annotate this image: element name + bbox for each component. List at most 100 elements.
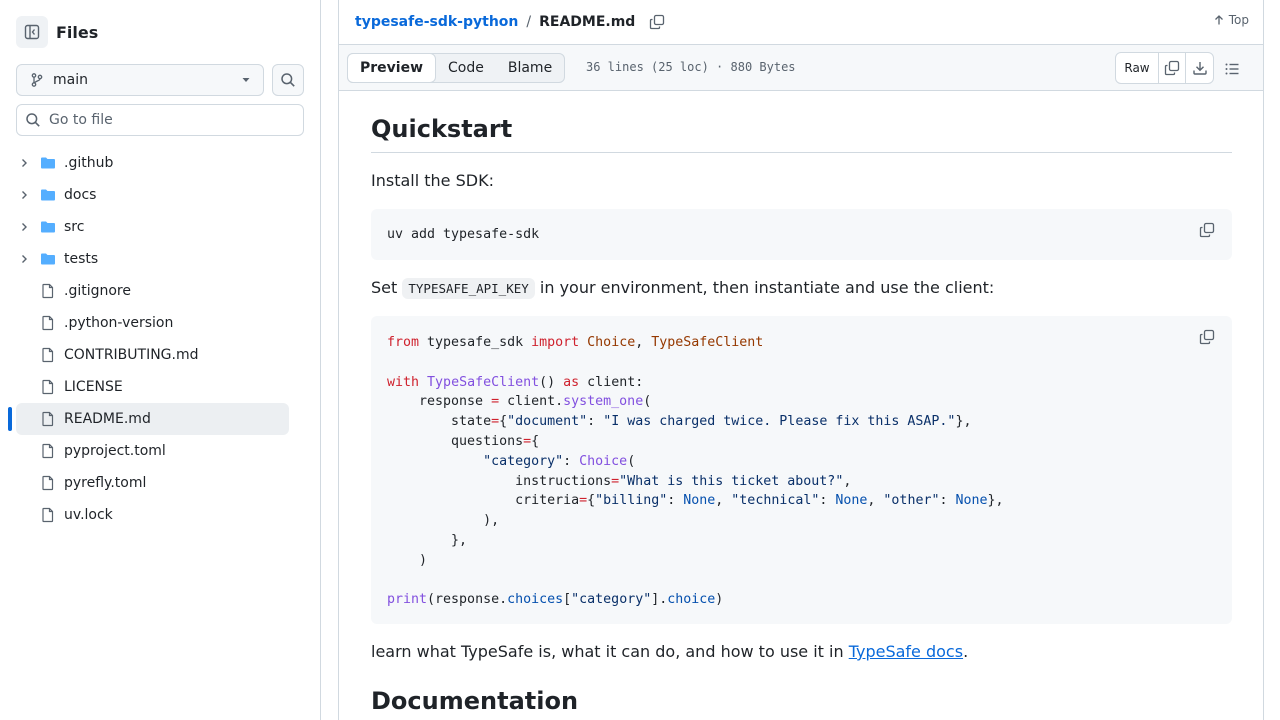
tree-item-label: .gitignore (64, 283, 131, 299)
tree-item-gitignore[interactable]: .gitignore (0, 275, 320, 307)
file-tree-sidebar: Files main .github docs src tests .gitignore… (0, 0, 321, 720)
arrow-up-icon (1214, 15, 1223, 25)
tab-code[interactable]: Code (436, 54, 496, 82)
sidebar-header: Files (16, 16, 98, 48)
file-icon (40, 475, 56, 491)
tab-blame[interactable]: Blame (496, 54, 564, 82)
collapse-sidebar-button[interactable] (16, 16, 48, 48)
go-to-file-input[interactable] (49, 112, 289, 128)
set-suffix: in your environment, then instantiate an… (539, 278, 995, 297)
tree-item-label: pyproject.toml (64, 443, 166, 459)
heading-divider (371, 152, 1232, 153)
search-icon (26, 113, 40, 127)
tree-item-label: .python-version (64, 315, 174, 331)
learn-paragraph: learn what TypeSafe is, what it can do, … (371, 642, 968, 661)
env-var-code: TYPESAFE_API_KEY (402, 278, 535, 299)
search-files-button[interactable] (272, 64, 304, 96)
caret-down-icon (242, 78, 250, 82)
file-icon (40, 411, 56, 427)
copy-code-button[interactable] (1198, 221, 1216, 239)
folder-icon (40, 251, 56, 267)
tab-preview[interactable]: Preview (347, 53, 437, 83)
tree-item-src[interactable]: src (0, 211, 320, 243)
file-icon (40, 315, 56, 331)
set-env-paragraph: Set TYPESAFE_API_KEY in your environment… (371, 278, 995, 299)
install-code-block: uv add typesafe-sdk (371, 209, 1232, 260)
copy-icon (1164, 60, 1180, 76)
branch-selector[interactable]: main (16, 64, 264, 96)
search-icon (281, 73, 295, 87)
file-icon (40, 507, 56, 523)
tree-item-label: docs (64, 187, 97, 203)
tree-item-label: tests (64, 251, 99, 267)
tree-item-docs[interactable]: docs (0, 179, 320, 211)
tree-item-tests[interactable]: tests (0, 243, 320, 275)
tree-item-label: CONTRIBUTING.md (64, 347, 199, 363)
copy-icon (650, 14, 665, 30)
copy-raw-button[interactable] (1159, 53, 1186, 83)
heading-documentation: Documentation (371, 687, 579, 715)
tree-item-pyproject-toml[interactable]: pyproject.toml (0, 435, 320, 467)
tree-item-uv-lock[interactable]: uv.lock (0, 499, 320, 531)
tree-item-contributing-md[interactable]: CONTRIBUTING.md (0, 339, 320, 371)
usage-code-block: from typesafe_sdk import Choice, TypeSaf… (371, 316, 1232, 624)
go-to-file-field[interactable] (16, 104, 304, 136)
set-prefix: Set (371, 278, 398, 297)
copy-code-button[interactable] (1198, 328, 1216, 346)
heading-quickstart: Quickstart (371, 115, 513, 143)
breadcrumb-file: README.md (539, 14, 636, 30)
copy-icon (1199, 222, 1215, 238)
file-view: typesafe-sdk-python / README.md Top Prev… (338, 0, 1264, 720)
folder-icon (40, 155, 56, 171)
download-icon (1192, 62, 1207, 75)
download-button[interactable] (1186, 53, 1213, 83)
file-toolbar: Preview Code Blame 36 lines (25 loc) · 8… (339, 45, 1263, 91)
back-to-top-label: Top (1228, 13, 1249, 27)
file-meta: 36 lines (25 loc) · 880 Bytes (586, 60, 796, 74)
active-row-highlight (16, 403, 289, 435)
breadcrumb-separator: / (526, 14, 532, 30)
tree-item-license[interactable]: LICENSE (0, 371, 320, 403)
chevron-right-icon[interactable] (16, 155, 32, 171)
chevron-right-icon[interactable] (16, 251, 32, 267)
sidebar-title: Files (56, 22, 99, 42)
file-icon (40, 443, 56, 459)
copy-path-button[interactable] (647, 12, 667, 32)
file-tree: .github docs src tests .gitignore .python-ver… (0, 147, 320, 531)
git-branch-icon (31, 73, 43, 87)
file-icon (40, 347, 56, 363)
sidebar-collapse-icon (24, 24, 40, 40)
branch-name: main (53, 72, 88, 88)
chevron-right-icon[interactable] (16, 187, 32, 203)
tree-item-label: README.md (64, 411, 151, 427)
file-icon (40, 379, 56, 395)
learn-prefix: learn what TypeSafe is, what it can do, … (371, 642, 844, 661)
active-row-indicator (8, 407, 12, 431)
tree-item-python-version[interactable]: .python-version (0, 307, 320, 339)
back-to-top-link[interactable]: Top (1213, 13, 1249, 27)
typesafe-docs-link[interactable]: TypeSafe docs (849, 642, 963, 661)
breadcrumb-repo-link[interactable]: typesafe-sdk-python (355, 14, 518, 30)
usage-code: from typesafe_sdk import Choice, TypeSaf… (387, 335, 1004, 608)
folder-icon (40, 219, 56, 235)
breadcrumb: typesafe-sdk-python / README.md Top (339, 0, 1263, 45)
outline-button[interactable] (1222, 59, 1242, 79)
tree-item-readme-md[interactable]: README.md (0, 403, 320, 435)
tree-item-pyrefly-toml[interactable]: pyrefly.toml (0, 467, 320, 499)
chevron-right-icon[interactable] (16, 219, 32, 235)
file-actions: Raw (1115, 52, 1214, 84)
raw-button[interactable]: Raw (1116, 53, 1159, 83)
tree-item-label: .github (64, 155, 114, 171)
learn-suffix: . (963, 642, 969, 661)
tree-item-label: uv.lock (64, 507, 113, 523)
view-mode-segmented-control: Preview Code Blame (347, 53, 566, 83)
install-command: uv add typesafe-sdk (387, 227, 540, 242)
file-icon (40, 283, 56, 299)
folder-icon (40, 187, 56, 203)
tree-item-label: pyrefly.toml (64, 475, 147, 491)
tree-item-github[interactable]: .github (0, 147, 320, 179)
tree-item-label: src (64, 219, 85, 235)
tree-item-label: LICENSE (64, 379, 123, 395)
install-paragraph: Install the SDK: (371, 171, 494, 190)
copy-icon (1199, 329, 1215, 345)
